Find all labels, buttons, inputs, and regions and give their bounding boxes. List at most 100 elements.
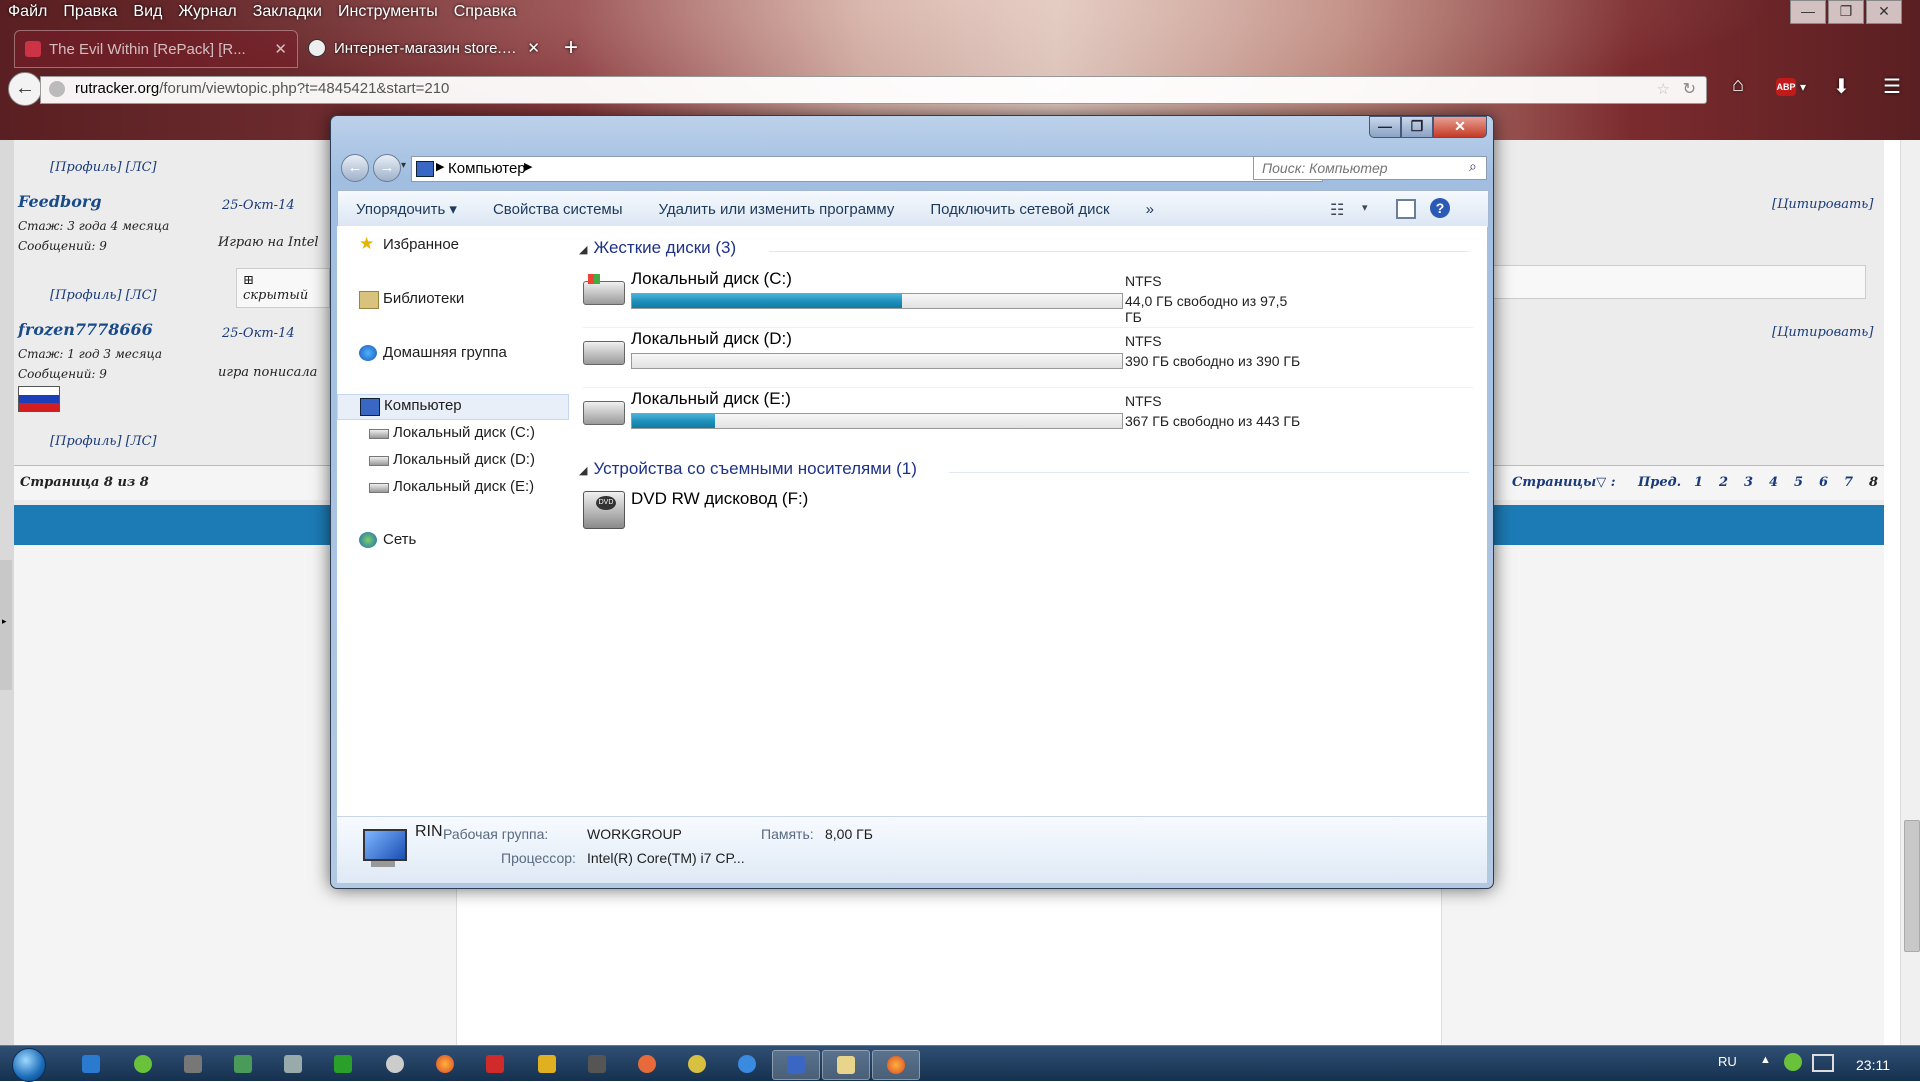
menu-file[interactable]: Файл [0,0,55,26]
view-dropdown-icon[interactable]: ▾ [1362,201,1368,214]
menu-help[interactable]: Справка [446,0,525,26]
post-author[interactable]: Feedborg [18,192,102,211]
prev-page-link[interactable]: Пред. [1638,475,1681,490]
url-bar[interactable]: rutracker.org/forum/viewtopic.php?t=4845… [40,76,1707,104]
taskbar-app-11[interactable] [578,1050,614,1078]
group-header-removable[interactable]: ◢ Устройства со съемными носителями (1) [579,459,917,479]
organize-button[interactable]: Упорядочить ▾ [338,200,475,218]
menu-edit[interactable]: Правка [55,0,125,26]
page-link-6[interactable]: 6 [1819,475,1828,490]
clock[interactable]: 23:11 [1856,1057,1890,1073]
map-network-drive-button[interactable]: Подключить сетевой диск [912,201,1127,218]
adblock-plus-icon[interactable]: ABP [1776,78,1796,96]
more-commands-button[interactable]: » [1128,201,1172,218]
page-link-1[interactable]: 1 [1694,475,1703,490]
browser-maximize-button[interactable]: ❐ [1828,0,1864,24]
drive-e-tile[interactable]: Локальный диск (E:) NTFS 367 ГБ свободно… [583,389,1303,445]
profile-links[interactable]: [Профиль] [ЛС] [50,288,157,303]
tab-store[interactable]: Интернет-магазин store.o... ✕ [298,30,550,66]
back-button[interactable]: ← [8,72,42,106]
explorer-back-button[interactable]: ← [341,154,369,182]
taskbar-firefox[interactable] [872,1050,920,1080]
browser-minimize-button[interactable]: — [1790,0,1826,24]
group-header-hdd[interactable]: ◢ Жесткие диски (3) [579,238,736,258]
explorer-close-button[interactable]: ✕ [1433,116,1487,138]
menu-history[interactable]: Журнал [170,0,244,26]
taskbar-app-6[interactable] [324,1050,360,1078]
start-button[interactable] [8,1046,48,1082]
nav-drive-e[interactable]: Локальный диск (E:) [337,476,567,500]
search-icon[interactable]: ⌕ [1469,158,1477,175]
change-view-icon[interactable]: ☷ [1330,200,1344,220]
dvd-drive-tile[interactable]: DVD DVD RW дисковод (F:) [583,489,1303,545]
taskbar-app-5[interactable] [274,1050,310,1078]
profile-links[interactable]: [Профиль] [ЛС] [50,434,157,449]
taskbar-download-manager[interactable] [476,1050,512,1078]
taskbar-media-player[interactable] [72,1050,108,1078]
browser-close-button[interactable]: ✕ [1866,0,1902,24]
explorer-forward-button[interactable]: → [373,154,401,182]
address-bar[interactable]: ▶ Компьютер ▶ ▾ ⇆ [411,156,1323,182]
network-tray-icon[interactable] [1812,1054,1834,1072]
menu-view[interactable]: Вид [125,0,170,26]
menu-hamburger-icon[interactable]: ☰ [1883,74,1901,99]
post-date[interactable]: 25-Окт-14 [222,198,295,213]
taskbar-utorrent[interactable] [124,1050,160,1078]
new-tab-button[interactable]: + [550,30,592,68]
page-link-7[interactable]: 7 [1844,475,1853,490]
nav-favorites[interactable]: ★ Избранное [337,234,567,258]
adblock-dropdown-icon[interactable]: ▾ [1800,80,1806,94]
post-date[interactable]: 25-Окт-14 [222,326,295,341]
system-properties-button[interactable]: Свойства системы [475,201,641,218]
page-link-5[interactable]: 5 [1794,475,1803,490]
help-icon[interactable]: ? [1430,198,1450,218]
nav-libraries[interactable]: Библиотеки [337,288,567,312]
language-indicator[interactable]: RU [1718,1054,1737,1069]
taskbar-app-4[interactable] [224,1050,260,1078]
show-hidden-icons-icon[interactable]: ▲ [1760,1054,1771,1066]
taskbar-computer-app[interactable] [772,1050,820,1080]
nav-computer[interactable]: Компьютер [337,394,569,420]
uninstall-program-button[interactable]: Удалить или изменить программу [641,201,913,218]
collapse-triangle-icon[interactable]: ◢ [579,244,587,256]
taskbar-app-13[interactable] [678,1050,714,1078]
reload-icon[interactable]: ↻ [1683,79,1696,99]
page-scrollbar[interactable] [1900,140,1920,1045]
taskbar-firefox-pinned[interactable] [426,1050,462,1078]
page-link-4[interactable]: 4 [1769,475,1778,490]
utorrent-tray-icon[interactable] [1784,1053,1802,1071]
bookmark-star-icon[interactable]: ☆ [1657,80,1670,98]
quote-link[interactable]: [Цитировать] [1772,197,1873,212]
breadcrumb-computer[interactable]: Компьютер [448,160,526,177]
quote-link[interactable]: [Цитировать] [1772,325,1873,340]
drive-c-tile[interactable]: Локальный диск (C:) NTFS 44,0 ГБ свободн… [583,269,1303,325]
menu-bookmarks[interactable]: Закладки [245,0,330,26]
post-author[interactable]: frozen7778666 [18,320,153,339]
collapse-triangle-icon[interactable]: ◢ [579,465,587,477]
taskbar-app-14[interactable] [728,1050,764,1078]
drive-d-tile[interactable]: Локальный диск (D:) NTFS 390 ГБ свободно… [583,329,1303,385]
taskbar-explorer[interactable] [822,1050,870,1080]
profile-links[interactable]: [Профиль] [ЛС] [50,160,157,175]
explorer-maximize-button[interactable]: ❐ [1401,116,1433,138]
breadcrumb-arrow-icon[interactable]: ▶ [436,160,444,173]
pages-label[interactable]: Страницы▽ : [1512,475,1616,490]
nav-drive-c[interactable]: Локальный диск (C:) [337,422,567,446]
taskbar-camera-app[interactable] [174,1050,210,1078]
tab-evil-within[interactable]: The Evil Within [RePack] [R... ✕ [14,30,298,68]
downloads-icon[interactable]: ⬇ [1833,74,1850,99]
taskbar-app-7[interactable] [376,1050,412,1078]
home-icon[interactable]: ⌂ [1732,74,1744,97]
taskbar-app-10[interactable] [528,1050,564,1078]
preview-pane-icon[interactable] [1396,199,1416,219]
nav-network[interactable]: Сеть [337,529,567,553]
tab-close-icon[interactable]: ✕ [527,39,540,57]
sidebar-collapse-handle[interactable]: ▸ [0,560,12,690]
recent-pages-dropdown-icon[interactable]: ▾ [401,160,406,171]
page-link-3[interactable]: 3 [1744,475,1753,490]
page-link-2[interactable]: 2 [1719,475,1728,490]
nav-homegroup[interactable]: Домашняя группа [337,342,567,366]
breadcrumb-arrow-icon[interactable]: ▶ [524,160,532,173]
tab-close-icon[interactable]: ✕ [274,40,287,58]
menu-tools[interactable]: Инструменты [330,0,446,26]
